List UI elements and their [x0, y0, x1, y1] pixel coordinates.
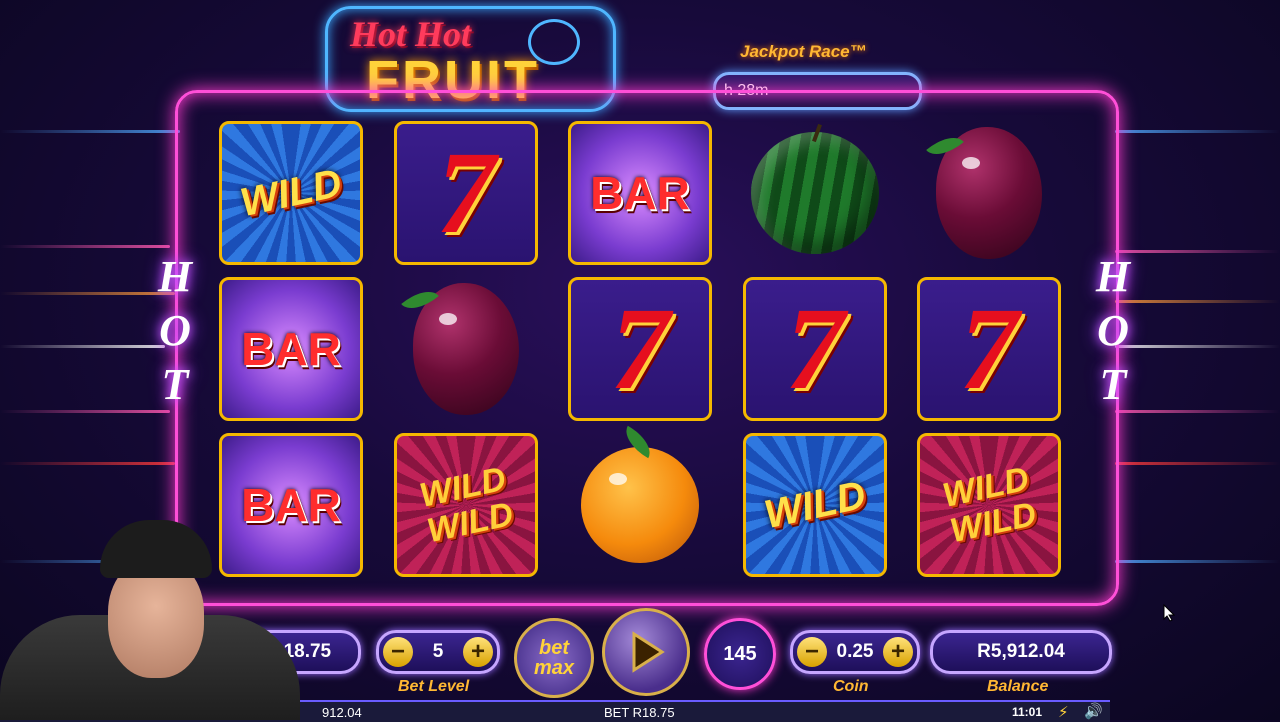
- symbol-bar: BAR: [219, 277, 363, 421]
- webcam-overlay: [0, 520, 300, 720]
- symbol-bar: BAR: [568, 121, 712, 265]
- side-hot-left: HOT: [157, 252, 193, 409]
- streamer-cap: [100, 520, 212, 578]
- plum-icon: [401, 282, 519, 415]
- play-icon: [632, 631, 665, 673]
- coin-value: 0.25: [836, 641, 874, 662]
- coin-minus-button[interactable]: −: [797, 637, 827, 667]
- symbol-seven: 7: [568, 277, 712, 421]
- bet-level-plus-button[interactable]: +: [463, 637, 493, 667]
- symbol-double-wild: WILD WILD: [394, 433, 538, 577]
- orange-icon: [581, 425, 699, 563]
- sound-icon[interactable]: 🔊: [1084, 702, 1103, 720]
- side-hot-right: HOT: [1095, 252, 1131, 409]
- symbol-double-wild: WILD WILD: [917, 433, 1061, 577]
- lightning-icon[interactable]: ⚡: [1058, 703, 1069, 721]
- bet-max-button[interactable]: bet max: [514, 618, 594, 698]
- bet-level-value: 5: [432, 641, 444, 662]
- symbol-watermelon: [743, 121, 887, 265]
- watermelon-icon: [751, 123, 879, 254]
- balance-label: Balance: [987, 678, 1049, 695]
- symbol-wild: WILD: [743, 433, 887, 577]
- symbol-seven: 7: [917, 277, 1061, 421]
- bet-max-line1: bet: [539, 637, 569, 659]
- autoplay-count: 145: [723, 642, 757, 665]
- symbol-seven: 7: [743, 277, 887, 421]
- mouse-cursor-icon: [1163, 604, 1175, 622]
- spin-button[interactable]: [602, 608, 690, 696]
- coin-control: − 0.25 +: [790, 630, 920, 674]
- symbol-wild: WILD: [219, 121, 363, 265]
- symbol-plum: [917, 121, 1061, 265]
- autoplay-button[interactable]: 145: [704, 618, 776, 690]
- jackpot-title: Jackpot Race™: [740, 42, 867, 61]
- status-bet: BET R18.75: [604, 705, 675, 720]
- bet-level-control: − 5 +: [376, 630, 500, 674]
- coin-label: Coin: [833, 678, 869, 695]
- plum-icon: [926, 127, 1042, 259]
- status-time: 11:01: [1012, 705, 1043, 719]
- status-balance: 912.04: [322, 705, 362, 720]
- symbol-seven: 7: [394, 121, 538, 265]
- balance-value: R5,912.04: [977, 641, 1065, 662]
- cherry-icon: [528, 19, 580, 65]
- symbol-orange: [568, 425, 712, 577]
- symbol-plum: [394, 277, 538, 421]
- bet-level-minus-button[interactable]: −: [383, 637, 413, 667]
- coin-plus-button[interactable]: +: [883, 637, 913, 667]
- bet-level-label: Bet Level: [398, 678, 470, 695]
- bet-max-line2: max: [533, 657, 575, 679]
- balance-display: R5,912.04: [930, 630, 1112, 674]
